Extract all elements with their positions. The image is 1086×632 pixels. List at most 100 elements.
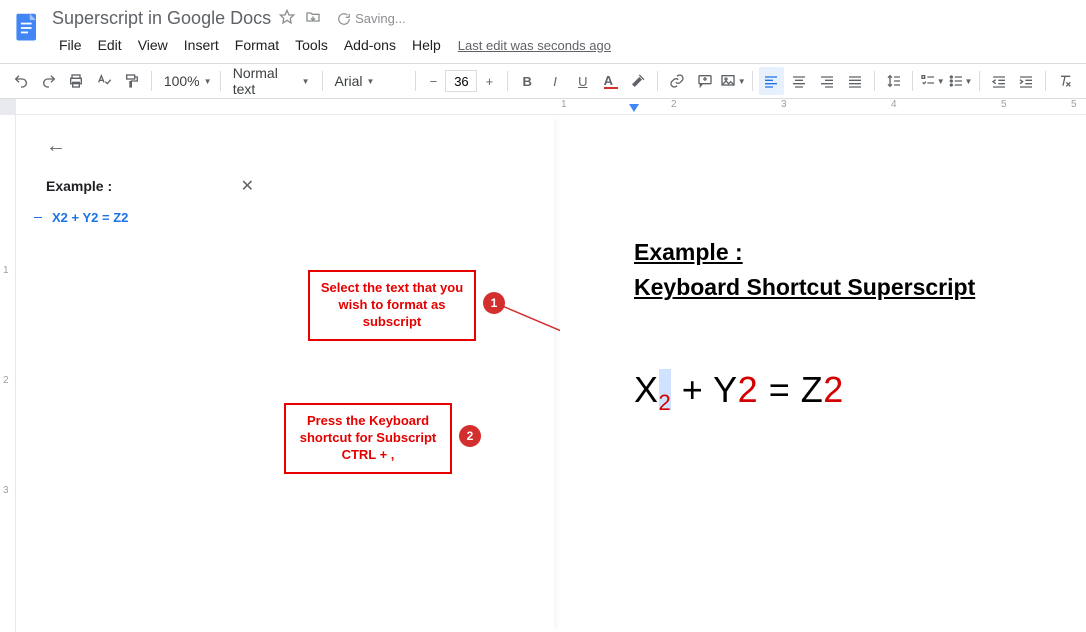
eq-x: X — [634, 369, 659, 410]
ruler-tick: 5 — [1001, 99, 1007, 110]
close-icon[interactable]: ✕ — [241, 176, 254, 196]
clear-formatting-button[interactable] — [1052, 67, 1078, 95]
menu-format[interactable]: Format — [228, 33, 286, 57]
indent-increase-button[interactable] — [1014, 67, 1040, 95]
separator — [912, 71, 913, 91]
outline-back-button[interactable]: ← — [46, 135, 254, 158]
spellcheck-button[interactable] — [91, 67, 117, 95]
annotation-box-1: Select the text that you wish to format … — [308, 270, 476, 341]
font-size-increase[interactable]: + — [477, 67, 501, 95]
saving-text: Saving... — [355, 11, 406, 26]
equation-text[interactable]: X2 + Y2 = Z2 — [634, 369, 1086, 416]
docs-logo[interactable] — [10, 10, 46, 46]
eq-z: Z — [801, 369, 824, 410]
ruler-tick: 1 — [561, 99, 567, 110]
text-color-button[interactable]: A — [598, 67, 624, 95]
annotation-layer: Select the text that you wish to format … — [270, 115, 560, 632]
document-page[interactable]: Example : Keyboard Shortcut Superscript … — [560, 119, 1086, 629]
ruler-corner — [0, 99, 16, 115]
toolbar: 100%▼ Normal text▼ Arial▼ − + B I U A ▼ … — [0, 63, 1086, 99]
chevron-down-icon: ▼ — [367, 77, 375, 86]
chevron-down-icon: ▼ — [204, 77, 212, 86]
separator — [415, 71, 416, 91]
underline-button[interactable]: U — [570, 67, 596, 95]
align-justify-button[interactable] — [842, 67, 868, 95]
print-button[interactable] — [64, 67, 90, 95]
style-select[interactable]: Normal text ▼ — [227, 68, 316, 94]
eq-y2: 2 — [738, 369, 759, 410]
vertical-ruler[interactable]: 1 2 3 — [0, 115, 16, 632]
chevron-down-icon: ▼ — [965, 77, 973, 86]
separator — [874, 71, 875, 91]
insert-image-button[interactable]: ▼ — [720, 67, 746, 95]
page-heading-1: Example : — [634, 239, 1086, 266]
document-title[interactable]: Superscript in Google Docs — [52, 8, 271, 29]
separator — [752, 71, 753, 91]
ruler-tick: 3 — [3, 485, 9, 496]
align-center-button[interactable] — [786, 67, 812, 95]
ruler-tick: 1 — [3, 265, 9, 276]
page-area: Example : Keyboard Shortcut Superscript … — [560, 115, 1086, 632]
align-right-button[interactable] — [814, 67, 840, 95]
separator — [1045, 71, 1046, 91]
ruler-tick: 3 — [781, 99, 787, 110]
line-spacing-button[interactable] — [881, 67, 907, 95]
insert-link-button[interactable] — [664, 67, 690, 95]
last-edit-link[interactable]: Last edit was seconds ago — [458, 38, 611, 53]
outline-heading[interactable]: Example : — [46, 178, 112, 194]
italic-button[interactable]: I — [542, 67, 568, 95]
checklist-button[interactable]: ▼ — [919, 67, 945, 95]
separator — [657, 71, 658, 91]
highlight-button[interactable] — [625, 67, 651, 95]
indent-decrease-button[interactable] — [986, 67, 1012, 95]
move-icon[interactable] — [305, 9, 321, 28]
star-icon[interactable] — [279, 9, 295, 28]
separator — [322, 71, 323, 91]
chevron-down-icon: ▼ — [738, 77, 746, 86]
page-heading-2: Keyboard Shortcut Superscript — [634, 274, 1086, 301]
menu-help[interactable]: Help — [405, 33, 448, 57]
chevron-down-icon: ▼ — [302, 77, 310, 86]
bold-button[interactable]: B — [514, 67, 540, 95]
menu-addons[interactable]: Add-ons — [337, 33, 403, 57]
ruler-tick: 2 — [671, 99, 677, 110]
annotation-box-2: Press the Keyboard shortcut for Subscrip… — [284, 403, 452, 474]
menubar: File Edit View Insert Format Tools Add-o… — [48, 31, 1078, 63]
separator — [979, 71, 980, 91]
sync-icon — [337, 12, 351, 26]
font-select[interactable]: Arial▼ — [329, 68, 409, 94]
ruler-tick: 4 — [891, 99, 897, 110]
undo-button[interactable] — [8, 67, 34, 95]
menu-file[interactable]: File — [52, 33, 89, 57]
bullet-list-button[interactable]: ▼ — [947, 67, 973, 95]
chevron-down-icon: ▼ — [937, 77, 945, 86]
zoom-select[interactable]: 100% ▼ — [158, 68, 214, 94]
eq-y: Y — [713, 369, 738, 410]
zoom-value: 100% — [164, 73, 200, 89]
outline-item[interactable]: X2 + Y2 = Z2 — [46, 210, 254, 225]
eq-z2: 2 — [823, 369, 844, 410]
redo-button[interactable] — [36, 67, 62, 95]
separator — [507, 71, 508, 91]
indent-marker-icon[interactable] — [629, 104, 639, 112]
ruler-tick: 2 — [3, 375, 9, 386]
separator — [151, 71, 152, 91]
font-size-decrease[interactable]: − — [421, 67, 445, 95]
eq-sub-2: 2 — [659, 390, 672, 415]
menu-tools[interactable]: Tools — [288, 33, 335, 57]
insert-comment-button[interactable] — [692, 67, 718, 95]
ruler-tick: 5 — [1071, 99, 1077, 110]
menu-view[interactable]: View — [131, 33, 175, 57]
outline-pane: ← Example : ✕ X2 + Y2 = Z2 — [16, 115, 270, 632]
menu-insert[interactable]: Insert — [177, 33, 226, 57]
font-size-input[interactable] — [445, 70, 477, 92]
annotation-badge-2: 2 — [459, 425, 481, 447]
eq-plus: + — [671, 369, 713, 410]
paint-format-button[interactable] — [119, 67, 145, 95]
style-value: Normal text — [233, 65, 298, 97]
separator — [220, 71, 221, 91]
saving-status: Saving... — [337, 11, 406, 26]
horizontal-ruler[interactable]: 1 2 3 4 5 5 — [16, 99, 1086, 115]
menu-edit[interactable]: Edit — [91, 33, 129, 57]
align-left-button[interactable] — [759, 67, 785, 95]
